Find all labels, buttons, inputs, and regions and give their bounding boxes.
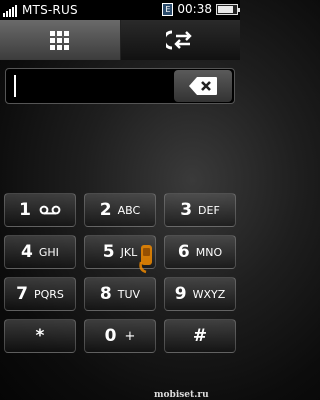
- key-star[interactable]: *: [4, 319, 76, 353]
- tab-dialpad[interactable]: [0, 20, 121, 60]
- key-9[interactable]: 9 WXYZ: [164, 277, 236, 311]
- key-digit: 7: [16, 284, 28, 304]
- key-6[interactable]: 6 MNO: [164, 235, 236, 269]
- key-3[interactable]: 3 DEF: [164, 193, 236, 227]
- key-letters: WXYZ: [192, 287, 226, 301]
- voicemail-icon: [39, 205, 61, 215]
- call-log-arrows-icon: [166, 30, 192, 50]
- key-digit: 8: [99, 284, 112, 304]
- key-0[interactable]: 0 +: [84, 319, 156, 353]
- key-digit: 3: [180, 200, 193, 220]
- key-2[interactable]: 2 ABC: [84, 193, 156, 227]
- key-digit: 0: [104, 326, 117, 346]
- status-bar: MTS-RUS E 00:38: [0, 0, 240, 20]
- key-hash[interactable]: #: [164, 319, 236, 353]
- battery-icon: [216, 3, 240, 15]
- key-digit: #: [192, 326, 208, 346]
- key-1[interactable]: 1: [4, 193, 76, 227]
- key-digit: 2: [99, 200, 112, 220]
- key-4[interactable]: 4 GHI: [4, 235, 76, 269]
- dialpad-grid-icon: [50, 30, 70, 50]
- text-cursor: [14, 75, 16, 97]
- key-digit: 9: [174, 284, 187, 304]
- key-letters: ABC: [117, 203, 141, 217]
- backspace-x-icon: [189, 77, 217, 95]
- tab-bar: [0, 20, 240, 60]
- key-letters: JKL: [120, 245, 138, 259]
- key-7[interactable]: 7 PQRS: [4, 277, 76, 311]
- key-letters: TUV: [117, 287, 141, 301]
- clock: 00:38: [177, 2, 212, 16]
- battery-level: [218, 5, 234, 13]
- key-8[interactable]: 8 TUV: [84, 277, 156, 311]
- key-letters: DEF: [198, 203, 220, 217]
- key-digit: *: [35, 326, 45, 346]
- key-letters: MNO: [195, 245, 223, 259]
- mobiset-logo-icon: [139, 245, 152, 274]
- key-digit: 5: [102, 242, 115, 262]
- key-letters: GHI: [38, 245, 59, 259]
- key-digit: 1: [19, 200, 31, 220]
- key-digit: 6: [177, 242, 190, 262]
- carrier-name: MTS-RUS: [22, 3, 78, 17]
- key-digit: 4: [21, 242, 33, 262]
- signal-strength-icon: [3, 4, 17, 17]
- key-letters: PQRS: [33, 287, 64, 301]
- backspace-button[interactable]: [174, 70, 232, 102]
- sim-icon: E: [162, 2, 174, 16]
- key-letters: +: [124, 328, 136, 344]
- dial-keypad: 1 2 ABC 3 DEF 4 GHI 5 JKL 6 MNO 7 PQRS 8…: [4, 193, 236, 353]
- watermark: mobiset.ru: [154, 390, 209, 400]
- tab-call-log[interactable]: [120, 20, 240, 60]
